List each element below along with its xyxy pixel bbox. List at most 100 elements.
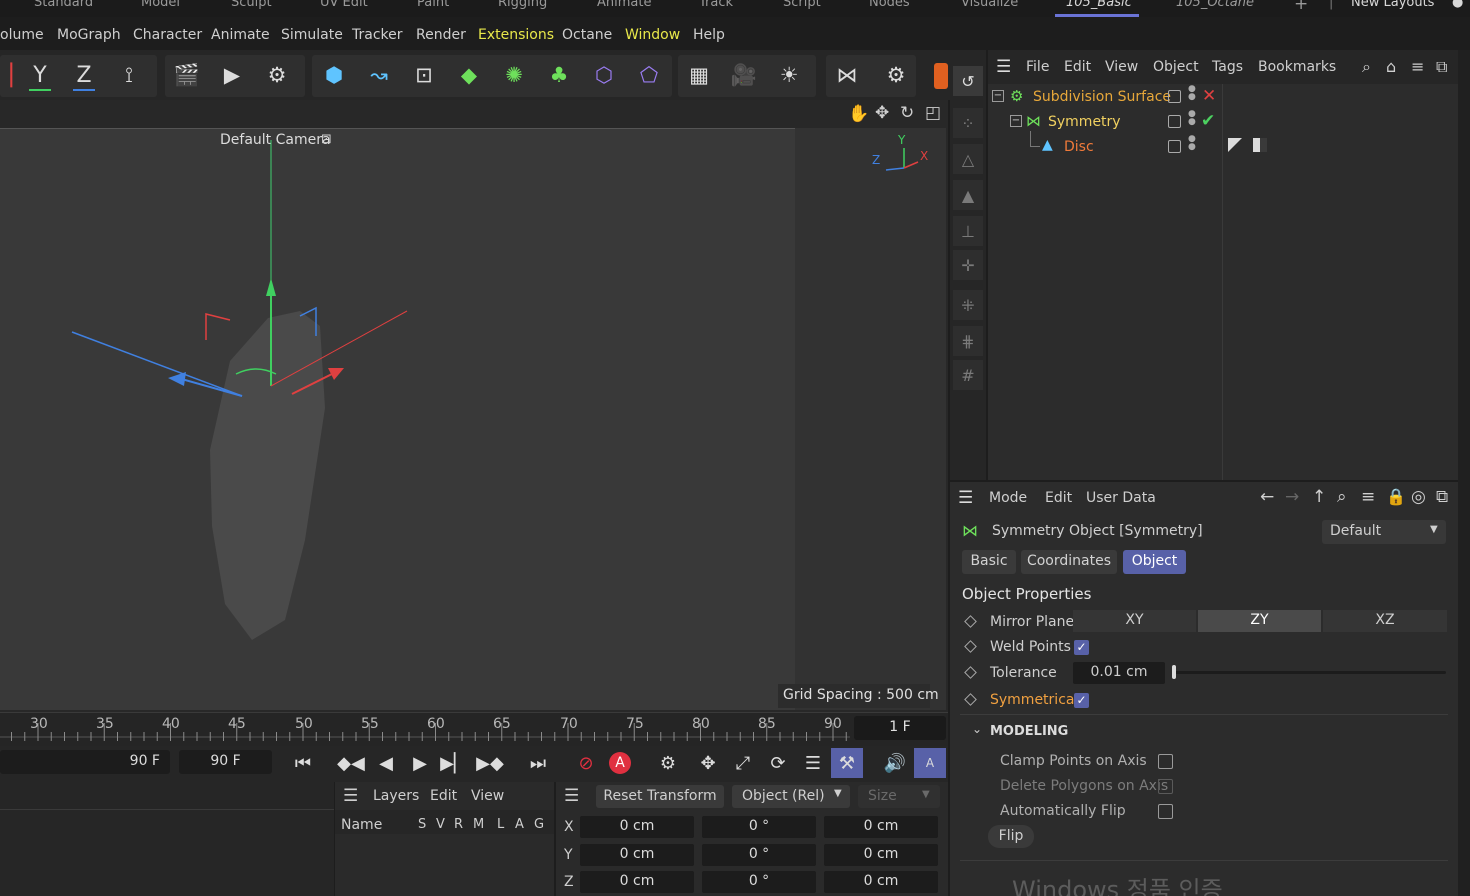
menu-animate[interactable]: Animate <box>211 27 270 43</box>
keyframe-diamond-icon[interactable] <box>964 666 977 679</box>
mirror-plane-xy[interactable]: XY <box>1073 610 1196 632</box>
light-icon[interactable]: ☀ <box>773 59 805 91</box>
layout-tab-animate[interactable]: Animate <box>597 0 651 10</box>
timeline-ruler[interactable]: 30 35 40 45 50 55 60 65 70 75 80 85 90 <box>0 712 948 746</box>
record-point-level-icon[interactable]: ⚒ <box>831 748 863 778</box>
new-layouts-button[interactable]: New Layouts <box>1351 0 1434 10</box>
attributes-hamburger-icon[interactable]: ☰ <box>958 488 973 508</box>
filter-icon[interactable]: ≡ <box>1361 487 1375 507</box>
edit-mode-icon[interactable] <box>1168 115 1181 128</box>
cube-icon[interactable]: ⬢ <box>318 59 350 91</box>
tab-basic[interactable]: Basic <box>962 550 1016 574</box>
axis-mode-icon[interactable]: ⊥ <box>953 216 983 246</box>
tolerance-field[interactable]: 0.01 cm <box>1073 662 1165 684</box>
layout-tab-rigging[interactable]: Rigging <box>498 0 547 10</box>
axis-x-toggle-icon[interactable]: ▕ <box>0 59 20 91</box>
deformer-cube-icon[interactable]: ◆ <box>453 59 485 91</box>
object-name-subdivision-surface[interactable]: Subdivision Surface <box>1033 89 1171 105</box>
preview-end-frame-field[interactable]: 90 F <box>0 750 170 774</box>
collapse-toggle-icon[interactable]: − <box>992 90 1004 102</box>
modeling-settings-icon[interactable]: ⚙ <box>880 59 912 91</box>
position-y-field[interactable]: 0 cm <box>580 844 694 866</box>
objects-menu-object[interactable]: Object <box>1153 59 1199 75</box>
preset-dropdown[interactable]: Default ▼ <box>1322 520 1446 544</box>
object-name-symmetry[interactable]: Symmetry <box>1048 114 1121 130</box>
timeline-mode-icon[interactable]: A <box>914 748 946 778</box>
attributes-menu-edit[interactable]: Edit <box>1045 490 1072 506</box>
axis-y-toggle[interactable]: Y <box>24 59 56 91</box>
sound-icon[interactable]: 🔊 <box>879 748 911 778</box>
new-window-icon[interactable]: ⧉ <box>1436 487 1448 507</box>
layout-tab-standard[interactable]: Standard <box>34 0 93 10</box>
objects-menu-edit[interactable]: Edit <box>1064 59 1091 75</box>
tolerance-slider-track[interactable] <box>1174 671 1446 674</box>
layout-tab-track[interactable]: Track <box>699 0 733 10</box>
next-frame-icon[interactable]: ▶▏ <box>438 748 470 778</box>
objects-menu-view[interactable]: View <box>1105 59 1138 75</box>
grid-snap-icon[interactable]: ⋕ <box>953 326 983 356</box>
layers-menu-edit[interactable]: Edit <box>430 788 457 804</box>
go-to-start-icon[interactable]: ⏮ <box>287 748 319 778</box>
collapse-toggle-icon[interactable]: − <box>1010 115 1022 127</box>
camera-icon[interactable]: 🎥 <box>728 59 760 91</box>
layout-settings-icon[interactable]: ● <box>1452 0 1463 10</box>
edges-mode-icon[interactable]: △ <box>953 144 983 174</box>
axis-z-toggle[interactable]: Z <box>68 59 100 91</box>
edit-mode-icon[interactable] <box>1168 140 1181 153</box>
record-active-icon[interactable]: ⊘ <box>570 748 602 778</box>
objects-menu-tags[interactable]: Tags <box>1212 59 1243 75</box>
visibility-dots-icon[interactable]: ● ● <box>1188 85 1196 102</box>
object-row-subdivision-surface[interactable]: − ⚙ Subdivision Surface ● ● ✕ <box>988 85 1458 110</box>
object-row-symmetry[interactable]: − ⋈ Symmetry ● ● ✔ <box>988 110 1458 135</box>
visibility-dots-icon[interactable]: ● ● <box>1188 110 1196 127</box>
clamp-points-checkbox[interactable] <box>1158 754 1173 769</box>
move-view-icon[interactable]: ✥ <box>875 103 889 123</box>
workplane-icon[interactable]: ✛ <box>953 250 983 280</box>
tolerance-slider-handle[interactable] <box>1172 665 1176 679</box>
keyframe-settings-icon[interactable]: ⚙ <box>652 748 684 778</box>
record-rotation-icon[interactable]: ⟳ <box>762 748 794 778</box>
rotation-h-field[interactable]: 0 ° <box>702 816 816 838</box>
size-mode-dropdown[interactable]: Size ▼ <box>858 785 940 808</box>
mirror-plane-xz[interactable]: XZ <box>1323 610 1447 632</box>
filter-icon[interactable]: ≡ <box>1411 57 1424 76</box>
octane-logo[interactable] <box>934 63 948 89</box>
chevron-down-icon[interactable]: ⌄ <box>972 722 982 736</box>
snapping-icon[interactable]: ⁜ <box>953 290 983 320</box>
auto-flip-checkbox[interactable] <box>1158 804 1173 819</box>
keyframe-diamond-icon[interactable] <box>964 615 977 628</box>
current-frame-field[interactable]: 1 F <box>854 716 946 740</box>
menu-octane[interactable]: Octane <box>562 27 612 43</box>
position-x-field[interactable]: 0 cm <box>580 816 694 838</box>
symmetrical-checkbox[interactable]: ✓ <box>1074 693 1089 708</box>
field-icon[interactable]: ⬡ <box>588 59 620 91</box>
visibility-dots-icon[interactable]: ● ● <box>1188 135 1196 152</box>
mograph-cloner-icon[interactable]: ✺ <box>498 59 530 91</box>
layers-menu-view[interactable]: View <box>471 788 504 804</box>
polygons-mode-icon[interactable]: ▲ <box>953 180 983 210</box>
object-name-disc[interactable]: Disc <box>1064 139 1094 155</box>
layout-tab-visualize[interactable]: Visualize <box>961 0 1018 10</box>
layers-hamburger-icon[interactable]: ☰ <box>343 786 358 806</box>
pan-view-icon[interactable]: ✋ <box>848 104 869 124</box>
scale-x-field[interactable]: 0 cm <box>824 816 938 838</box>
next-key-icon[interactable]: ▶◆ <box>474 748 506 778</box>
layout-tab-model[interactable]: Model <box>141 0 180 10</box>
layout-tab-sculpt[interactable]: Sculpt <box>231 0 272 10</box>
spline-pen-icon[interactable]: ↝ <box>363 59 395 91</box>
render-settings-icon[interactable]: ⚙ <box>261 59 293 91</box>
layout-tab-105-basic[interactable]: 105_Basic <box>1066 0 1132 10</box>
home-icon[interactable]: ⌂ <box>1386 57 1396 76</box>
rotation-p-field[interactable]: 0 ° <box>702 844 816 866</box>
objects-menu-bookmarks[interactable]: Bookmarks <box>1258 59 1336 75</box>
layers-menu-layers[interactable]: Layers <box>373 788 419 804</box>
objects-hamburger-icon[interactable]: ☰ <box>996 57 1011 77</box>
layout-tab-paint[interactable]: Paint <box>417 0 449 10</box>
volume-icon[interactable]: ♣ <box>543 59 575 91</box>
phong-tag-icon[interactable] <box>1228 138 1242 152</box>
up-arrow-icon[interactable]: ↑ <box>1312 487 1326 507</box>
menu-tracker[interactable]: Tracker <box>352 27 403 43</box>
render-picture-viewer-icon[interactable]: ▶ <box>216 59 248 91</box>
end-frame-field[interactable]: 90 F <box>179 750 272 774</box>
flip-button[interactable]: Flip <box>988 825 1034 848</box>
